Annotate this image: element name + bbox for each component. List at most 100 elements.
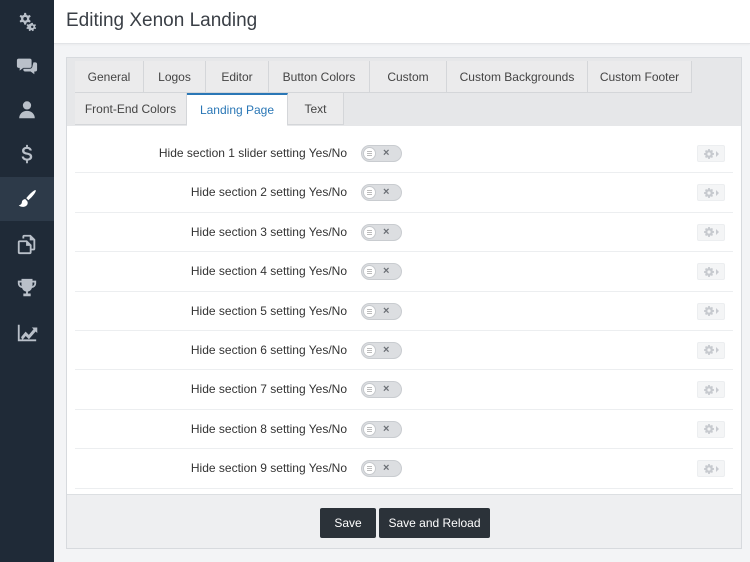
sidebar (0, 0, 54, 562)
setting-row: Hide section 6 setting Yes/No × (75, 331, 733, 371)
form-footer: Save Save and Reload (67, 494, 741, 548)
setting-label: Hide section 8 setting Yes/No (190, 421, 347, 436)
row-options-button[interactable] (697, 341, 725, 359)
toggle-off-icon: × (383, 422, 390, 435)
yes-no-toggle[interactable]: × (361, 381, 402, 399)
settings-list: Hide section 1 slider setting Yes/No × H… (75, 134, 733, 489)
setting-row: Hide section 3 setting Yes/No × (75, 213, 733, 253)
gear-icon (703, 266, 714, 277)
tab-text[interactable]: Text (288, 93, 344, 125)
setting-row: Hide section 1 slider setting Yes/No × (75, 134, 733, 174)
toggle-off-icon: × (383, 225, 390, 238)
row-options-button[interactable] (697, 381, 725, 399)
toggle-knob (363, 383, 376, 397)
gear-icon (703, 424, 714, 435)
tab-button-colors[interactable]: Button Colors (269, 61, 370, 93)
toggle-off-icon: × (383, 343, 390, 356)
row-options-button[interactable] (697, 460, 725, 478)
sidebar-item-awards[interactable] (0, 266, 54, 310)
setting-label: Hide section 3 setting Yes/No (190, 224, 347, 239)
toggle-knob (363, 462, 376, 476)
tab-landing-page[interactable]: Landing Page (187, 93, 288, 126)
save-button[interactable]: Save (320, 508, 376, 538)
sidebar-item-messages[interactable] (0, 44, 54, 88)
setting-label: Hide section 5 setting Yes/No (190, 303, 347, 318)
setting-label: Hide section 9 setting Yes/No (190, 461, 347, 476)
gear-icon (703, 227, 714, 238)
caret-right-icon (715, 229, 719, 236)
caret-right-icon (715, 347, 719, 354)
yes-no-toggle[interactable]: × (361, 223, 402, 241)
yes-no-toggle[interactable]: × (361, 263, 402, 281)
gear-icon (703, 148, 714, 159)
toggle-knob (363, 225, 376, 239)
yes-no-toggle[interactable]: × (361, 420, 402, 438)
toggle-knob (363, 265, 376, 279)
tab-front-end-colors[interactable]: Front-End Colors (75, 93, 187, 125)
setting-row: Hide section 8 setting Yes/No × (75, 410, 733, 450)
yes-no-toggle[interactable]: × (361, 145, 402, 162)
user-icon (19, 101, 35, 119)
yes-no-toggle[interactable]: × (361, 341, 402, 359)
toggle-knob (363, 147, 376, 160)
sidebar-item-stats[interactable] (0, 311, 54, 355)
gear-icon (703, 463, 714, 474)
sidebar-item-settings[interactable] (0, 0, 54, 44)
save-and-reload-button[interactable]: Save and Reload (379, 508, 490, 538)
chat-icon (16, 58, 38, 75)
tab-custom[interactable]: Custom (370, 61, 447, 93)
tab-editor[interactable]: Editor (206, 61, 269, 93)
setting-row: Hide section 7 setting Yes/No × (75, 370, 733, 410)
sidebar-item-users[interactable] (0, 88, 54, 132)
tab-custom-footer[interactable]: Custom Footer (588, 61, 692, 93)
gear-icon (703, 345, 714, 356)
row-options-button[interactable] (697, 420, 725, 438)
row-options-button[interactable] (697, 223, 725, 241)
setting-row: Hide section 2 setting Yes/No × (75, 173, 733, 213)
yes-no-toggle[interactable]: × (361, 302, 402, 320)
yes-no-toggle[interactable]: × (361, 184, 402, 202)
sidebar-item-pages[interactable] (0, 222, 54, 266)
yes-no-toggle[interactable]: × (361, 460, 402, 478)
row-options-button[interactable] (697, 145, 725, 162)
paintbrush-icon (18, 190, 36, 207)
setting-label: Hide section 4 setting Yes/No (190, 264, 347, 279)
caret-right-icon (715, 189, 719, 196)
setting-label: Hide section 7 setting Yes/No (190, 382, 347, 397)
toggle-knob (363, 422, 376, 436)
page-title: Editing Xenon Landing (66, 10, 258, 31)
toggle-off-icon: × (383, 186, 390, 199)
sidebar-item-appearance[interactable] (0, 177, 54, 221)
copy-icon (17, 234, 36, 255)
gear-icon (703, 384, 714, 395)
tab-bar: General Logos Editor Button Colors Custo… (67, 58, 741, 126)
toggle-knob (363, 343, 376, 357)
setting-row: Hide section 9 setting Yes/No × (75, 449, 733, 489)
row-options-button[interactable] (697, 263, 725, 281)
caret-right-icon (715, 150, 719, 157)
toggle-off-icon: × (383, 147, 390, 159)
toggle-knob (363, 304, 376, 318)
page-header: Editing Xenon Landing (54, 0, 750, 44)
row-options-button[interactable] (697, 184, 725, 202)
tab-general[interactable]: General (75, 61, 144, 93)
caret-right-icon (715, 465, 719, 472)
toggle-off-icon: × (383, 265, 390, 278)
cogs-icon (19, 12, 37, 32)
gear-icon (703, 306, 714, 317)
setting-row: Hide section 4 setting Yes/No × (75, 252, 733, 292)
tab-logos[interactable]: Logos (144, 61, 206, 93)
toggle-off-icon: × (383, 462, 390, 475)
setting-label: Hide section 1 slider setting Yes/No (158, 146, 347, 160)
toggle-knob (363, 186, 376, 200)
caret-right-icon (715, 308, 719, 315)
settings-panel: General Logos Editor Button Colors Custo… (66, 57, 742, 549)
sidebar-item-payments[interactable] (0, 133, 54, 177)
tab-custom-backgrounds[interactable]: Custom Backgrounds (447, 61, 588, 93)
caret-right-icon (715, 268, 719, 275)
setting-label: Hide section 6 setting Yes/No (190, 342, 347, 357)
row-options-button[interactable] (697, 302, 725, 320)
setting-label: Hide section 2 setting Yes/No (190, 185, 347, 200)
trophy-icon (17, 278, 37, 297)
caret-right-icon (715, 426, 719, 433)
